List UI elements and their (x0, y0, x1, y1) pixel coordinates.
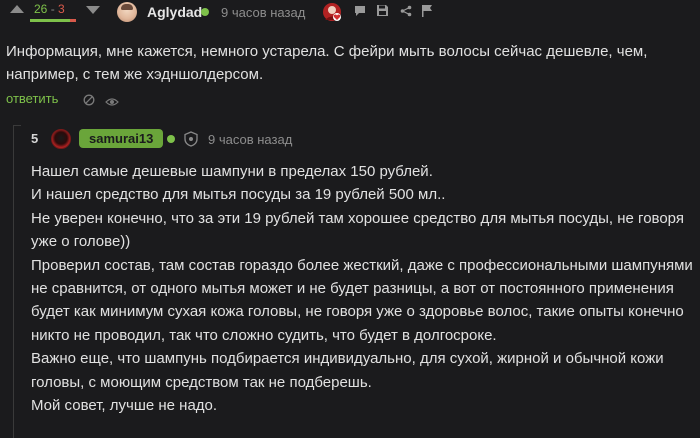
comment-line: например, с тем же хэдншолдерсом. (6, 66, 264, 83)
username-badge[interactable]: samurai13 (79, 129, 164, 148)
comment-rating: 5 (31, 131, 39, 146)
comment-line: Информация, мне кажется, немного устарел… (6, 43, 648, 60)
online-status-icon (201, 8, 209, 16)
comment-time[interactable]: 9 часов назад (208, 132, 292, 147)
rating-bar-positive (30, 19, 70, 22)
comment-line: Нашел самые дешевые шампуни в пределах 1… (31, 163, 433, 180)
rating-bar-negative (70, 19, 76, 22)
comment-line: будет как минимум сухая кожа головы, не … (31, 303, 684, 321)
comment-text: Нашел самые дешевые шампуни в пределах 1… (31, 160, 696, 417)
user-note-icon[interactable] (323, 3, 341, 21)
rating-minus: 3 (58, 2, 65, 16)
avatar[interactable] (51, 129, 71, 149)
comment-line: Не уверен конечно, что за эти 19 рублей … (31, 209, 684, 227)
report-flag-icon[interactable] (421, 4, 433, 17)
username[interactable]: Aglydad (147, 4, 202, 20)
rating-separator: - (50, 2, 55, 16)
comment-line: Важно еще, что шампунь подбирается индив… (31, 350, 664, 368)
comment-line: уже о голове)) (31, 233, 131, 251)
rating-plus: 26 (34, 2, 48, 16)
share-icon[interactable] (400, 4, 412, 17)
view-icon[interactable] (105, 94, 119, 106)
downvote-icon[interactable] (86, 6, 100, 14)
hide-icon[interactable] (83, 93, 95, 106)
save-icon[interactable] (376, 4, 389, 17)
comment-line: Мой совет, лучше не надо. (31, 397, 218, 415)
thread-line-branch (13, 125, 21, 126)
comment-line: никто не проводил, так что сложно судить… (31, 326, 497, 344)
comment-time[interactable]: 9 часов назад (221, 5, 305, 20)
comment-line: И нашел средство для мытья посуды за 19 … (31, 186, 446, 204)
comment-icon[interactable] (353, 4, 367, 18)
online-status-icon (167, 135, 175, 143)
comment-text: Информация, мне кажется, немного устарел… (6, 40, 694, 86)
avatar[interactable] (117, 2, 137, 22)
comment-line: Проверил состав, там состав гораздо боле… (31, 256, 693, 274)
reply-link[interactable]: ответить (6, 91, 58, 106)
thread-line[interactable] (13, 125, 14, 438)
shield-icon (184, 131, 198, 147)
comment-line: головы, с моющим средством так не подбер… (31, 373, 372, 391)
comment-line: не сравнится, от одного мытья может и не… (31, 280, 674, 298)
rating-indicator: 26 - 3 (30, 0, 76, 22)
upvote-icon[interactable] (10, 5, 24, 13)
